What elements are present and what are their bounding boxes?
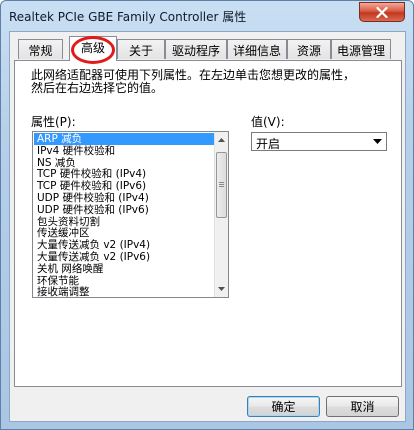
property-list-item[interactable]: 环保节能 (34, 275, 214, 287)
property-list-item[interactable]: 大量传送减负 v2 (IPv6) (34, 251, 214, 263)
property-list-item[interactable]: UDP 硬件校验和 (IPv4) (34, 192, 214, 204)
property-list-item[interactable]: TCP 硬件校验和 (IPv4) (34, 168, 214, 180)
tab-about[interactable]: 关于 (117, 39, 165, 59)
property-list-item[interactable]: NS 减负 (34, 157, 214, 169)
property-list-item[interactable]: ARP 减负 (34, 133, 214, 145)
description-text: 此网络适配器可使用下列属性。在左边单击您想更改的属性， 然后在右边选择它的值。 (31, 68, 356, 95)
property-label: 属性(P): (31, 115, 76, 129)
triangle-up-icon (218, 138, 225, 142)
property-list-item[interactable]: 接收端调整 (34, 286, 214, 297)
dialog-client-area: 常规 高级 关于 驱动程序 详细信息 资源 电源管理 此网络适配器可使用下列属性… (9, 31, 406, 422)
value-dropdown[interactable]: 开启 (251, 132, 387, 151)
cancel-button[interactable]: 取消 (326, 396, 399, 417)
property-list-item[interactable]: UDP 硬件校验和 (IPv6) (34, 204, 214, 216)
property-list-item[interactable]: 大量传送减负 v2 (IPv4) (34, 239, 214, 251)
tab-details[interactable]: 详细信息 (227, 39, 287, 59)
close-button[interactable] (359, 2, 405, 22)
advanced-tab-panel: 此网络适配器可使用下列属性。在左边单击您想更改的属性， 然后在右边选择它的值。 … (14, 60, 402, 387)
tab-driver[interactable]: 驱动程序 (165, 39, 227, 59)
tab-general[interactable]: 常规 (18, 39, 63, 59)
triangle-down-icon (373, 139, 382, 144)
property-list-item[interactable]: 传送缓冲区 (34, 227, 214, 239)
scroll-thumb[interactable] (216, 152, 227, 218)
scroll-up-arrow[interactable] (215, 133, 228, 147)
annotation-circle (71, 36, 115, 64)
tab-power-management[interactable]: 电源管理 (331, 39, 391, 59)
property-list-scrollbar[interactable] (214, 132, 228, 297)
grip-line (219, 182, 224, 183)
value-dropdown-selected: 开启 (256, 137, 281, 151)
grip-line (219, 184, 224, 185)
property-list-item[interactable]: TCP 硬件校验和 (IPv6) (34, 180, 214, 192)
property-list-item[interactable]: 包头资料切割 (34, 216, 214, 228)
property-list: ARP 减负 IPv4 硬件校验和 NS 减负 TCP 硬件校验和 (IPv4) TCP… (34, 133, 214, 297)
property-list-item[interactable]: 关机 网络唤醒 (34, 263, 214, 275)
title-bar[interactable]: Realtek PCIe GBE Family Controller 属性 (1, 1, 413, 31)
property-list-item[interactable]: IPv4 硬件校验和 (34, 145, 214, 157)
value-label: 值(V): (251, 115, 285, 129)
triangle-down-icon (218, 287, 225, 291)
window-title: Realtek PCIe GBE Family Controller 属性 (9, 10, 247, 24)
ok-button[interactable]: 确定 (247, 396, 320, 417)
scroll-down-arrow[interactable] (215, 282, 228, 296)
tab-resources[interactable]: 资源 (287, 39, 331, 59)
tab-strip: 常规 高级 关于 驱动程序 详细信息 资源 电源管理 (14, 36, 402, 64)
dropdown-button[interactable] (370, 134, 385, 149)
close-icon (376, 6, 388, 18)
property-listbox[interactable]: ARP 减负 IPv4 硬件校验和 NS 减负 TCP 硬件校验和 (IPv4) TCP… (32, 131, 229, 298)
properties-dialog: Realtek PCIe GBE Family Controller 属性 常规… (0, 0, 414, 430)
grip-line (219, 186, 224, 187)
